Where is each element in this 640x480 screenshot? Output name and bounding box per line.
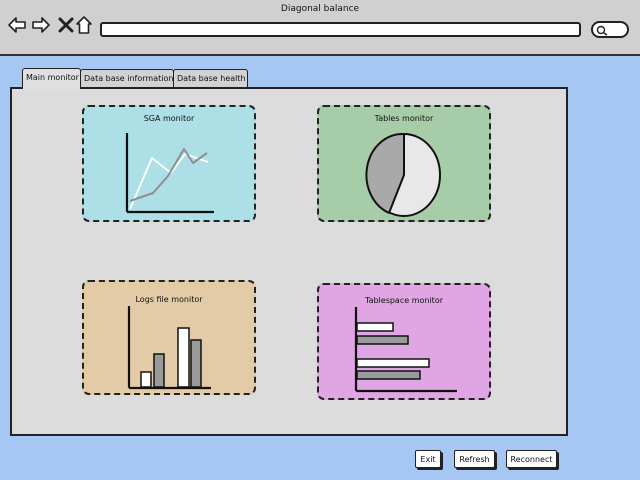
tables-pie-chart-icon [365,132,441,217]
home-icon[interactable] [75,16,93,34]
search-field[interactable] [591,21,629,38]
refresh-button[interactable]: Refresh [454,450,495,468]
search-icon [596,25,608,36]
tab-data-base-information[interactable]: Data base information [80,69,174,88]
close-x-icon[interactable] [57,16,75,34]
logs-file-monitor-widget[interactable]: Logs file monitor [82,280,256,395]
back-arrow-icon[interactable] [8,16,26,34]
url-bar[interactable] [100,22,581,37]
logs-bar-chart-icon [127,306,211,390]
forward-arrow-icon[interactable] [32,16,50,34]
tablespace-monitor-widget[interactable]: Tablespace monitor [317,283,491,400]
tablespace-hbar-chart-icon [354,307,457,393]
main-monitor-panel: SGA monitor Tables monitor Logs file mon… [10,87,568,436]
reconnect-button[interactable]: Reconnect [506,450,557,468]
exit-button[interactable]: Exit [415,450,441,468]
tables-monitor-widget[interactable]: Tables monitor [317,105,491,222]
tab-data-base-health[interactable]: Data base health [173,69,248,88]
sga-line-chart-icon [125,133,214,214]
window-title: Diagonal balance [280,4,360,14]
tab-main-monitor[interactable]: Main monitor [22,68,81,89]
window-title-bar: Diagonal balance [0,0,640,56]
sga-monitor-widget[interactable]: SGA monitor [82,105,256,222]
